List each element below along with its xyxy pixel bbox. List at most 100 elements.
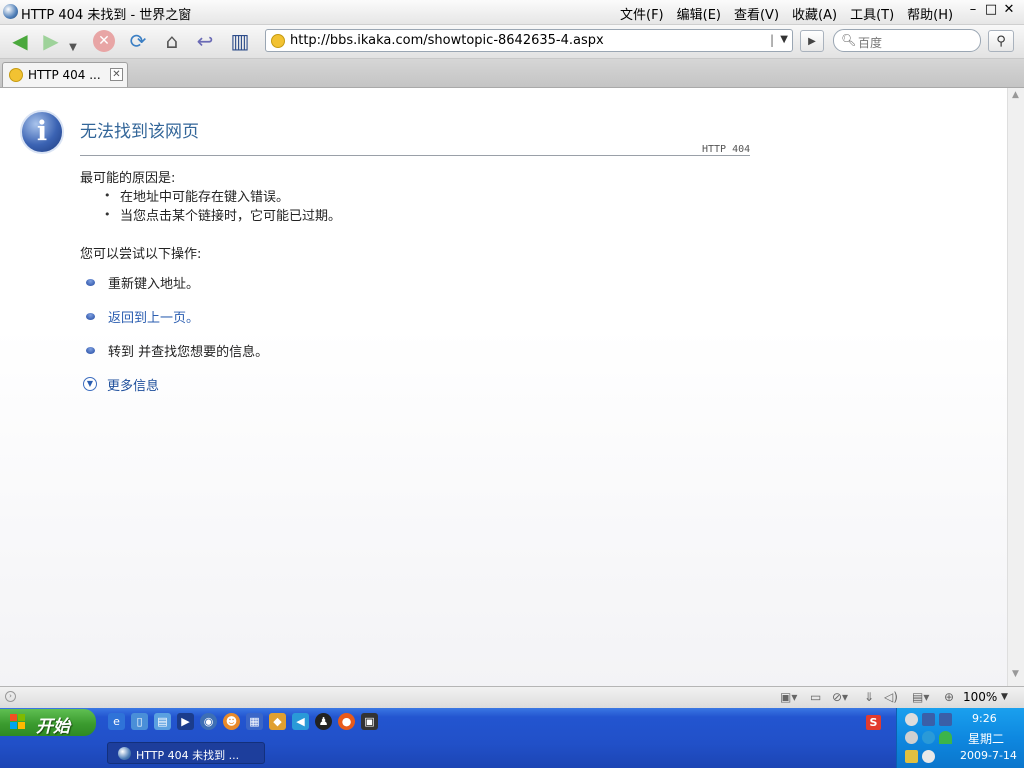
status-bar: › ▣▾ ▭ ⊘▾ ⇓ ◁) ▤▾ ⊕ 100% ▼ [0, 686, 1024, 708]
media-player-quicklaunch-icon[interactable]: ▶ [177, 713, 194, 730]
error-title: 无法找到该网页 [80, 122, 199, 142]
title-divider [80, 155, 750, 156]
network-globe-icon[interactable] [905, 713, 918, 726]
favorite-add-icon: ↩ [196, 29, 214, 53]
menu-favorites[interactable]: 收藏(A) [792, 8, 837, 23]
more-info-link[interactable]: 更多信息 [107, 375, 159, 394]
avatar-quicklaunch-icon[interactable]: ☻ [223, 713, 240, 730]
tab-close-icon[interactable]: ✕ [110, 68, 123, 81]
clock-time[interactable]: 9:26 [972, 712, 997, 725]
umbrella-icon[interactable] [939, 731, 952, 744]
back-arrow-icon: ◀ [12, 29, 28, 53]
taskbar-window-button[interactable]: HTTP 404 未找到 ... [107, 742, 265, 764]
add-favorite-button[interactable]: ↩ [192, 29, 218, 53]
close-window-button[interactable]: ✕ [1000, 2, 1018, 17]
wrench-icon[interactable] [905, 731, 918, 744]
search-input[interactable]: 百度 [858, 34, 882, 51]
text-caret: | [769, 33, 774, 47]
stop-button[interactable]: ✕ [92, 29, 116, 53]
screen-quicklaunch-icon[interactable]: ▣ [361, 713, 378, 730]
refresh-icon: ⟳ [129, 29, 147, 53]
tab-http-404[interactable]: HTTP 404 ... ✕ [2, 62, 128, 87]
download-icon[interactable]: ⇓ [864, 690, 874, 704]
notes-quicklaunch-icon[interactable]: ▤ [154, 713, 171, 730]
menu-bar: 文件(F) 编辑(E) 查看(V) 收藏(A) 工具(T) 帮助(H) [620, 4, 966, 23]
search-button[interactable]: ⚲ [988, 30, 1014, 52]
window-icon[interactable]: ▭ [810, 690, 821, 704]
go-button[interactable]: ▶ [800, 30, 824, 52]
tab-bar: HTTP 404 ... ✕ [0, 59, 1024, 88]
minimize-button[interactable]: – [964, 2, 982, 17]
error-code: HTTP 404 [702, 144, 751, 155]
expand-chevron-icon[interactable]: ▼ [83, 377, 97, 391]
search-engine-icon: 🔍︎ [841, 33, 857, 47]
home-button[interactable]: ⌂ [158, 29, 186, 53]
browser-quicklaunch-icon[interactable]: ◉ [200, 713, 217, 730]
actions-heading: 您可以尝试以下操作: [80, 247, 202, 262]
windows-logo-icon [10, 714, 26, 730]
shield-icon[interactable] [922, 750, 935, 763]
menu-edit[interactable]: 编辑(E) [677, 8, 721, 23]
vertical-scrollbar[interactable] [1007, 88, 1024, 686]
cube-quicklaunch-icon[interactable]: ◆ [269, 713, 286, 730]
zoom-icon[interactable]: ⊕ [944, 690, 954, 704]
network-computers-icon[interactable] [922, 713, 935, 726]
cause-item: 当您点击某个链接时，它可能已过期。 [120, 209, 342, 224]
sogou-input-icon[interactable]: S [866, 715, 881, 730]
compass-icon[interactable]: ⊘▾ [832, 690, 848, 704]
grid-quicklaunch-icon[interactable]: ▦ [246, 713, 263, 730]
qq-quicklaunch-icon[interactable]: ♟ [315, 713, 332, 730]
clock-date: 2009-7-14 [960, 749, 1017, 762]
zoom-level[interactable]: 100% [963, 690, 997, 704]
start-button[interactable]: 开始 [0, 709, 96, 737]
tab-title: HTTP 404 ... [28, 68, 101, 82]
blue-bullet-icon [86, 313, 95, 320]
search-icon: ⚲ [996, 33, 1006, 49]
orange-quicklaunch-icon[interactable]: ● [338, 713, 355, 730]
volume-icon[interactable]: ◁) [884, 690, 898, 704]
window-controls: – □ ✕ [964, 2, 1018, 17]
zoom-dropdown-icon[interactable]: ▼ [1001, 692, 1008, 702]
info-icon: i [20, 110, 64, 154]
causes-heading: 最可能的原因是: [80, 171, 176, 186]
menu-tools[interactable]: 工具(T) [850, 8, 894, 23]
menu-view[interactable]: 查看(V) [734, 8, 779, 23]
thunder-quicklaunch-icon[interactable]: ◀ [292, 713, 309, 730]
navigation-toolbar: ◀ ▶ ▼ ✕ ⟳ ⌂ ↩ ▥ http://bbs.ikaka.com/sho… [0, 25, 1024, 59]
scroll-up-icon[interactable]: ▲ [1008, 90, 1023, 105]
refresh-button[interactable]: ⟳ [124, 29, 152, 53]
address-dropdown-icon[interactable]: ▼ [780, 34, 788, 45]
screenshot-icon[interactable]: ▤▾ [912, 690, 929, 704]
menu-help[interactable]: 帮助(H) [907, 8, 953, 23]
page-mode-icon[interactable]: ▣▾ [780, 690, 797, 704]
forward-button[interactable]: ▶ [38, 29, 64, 53]
address-bar[interactable]: http://bbs.ikaka.com/showtopic-8642635-4… [265, 29, 793, 52]
site-favicon-icon [271, 34, 285, 48]
cause-item: 在地址中可能存在键入错误。 [120, 190, 290, 205]
action-retype-address: 重新键入地址。 [108, 277, 200, 292]
history-dropdown[interactable]: ▼ [66, 35, 80, 59]
address-input[interactable]: http://bbs.ikaka.com/showtopic-8642635-4… [290, 33, 604, 48]
go-back-link[interactable]: 返回到上一页。 [108, 307, 199, 326]
phone-quicklaunch-icon[interactable]: ▯ [131, 713, 148, 730]
home-icon: ⌂ [165, 29, 179, 53]
action-go-to-site: 转到 并查找您想要的信息。 [108, 345, 269, 360]
back-button[interactable]: ◀ [6, 29, 34, 53]
stop-icon: ✕ [93, 30, 115, 52]
network-status-icon[interactable] [939, 713, 952, 726]
search-box[interactable]: 🔍︎ 百度 [833, 29, 981, 52]
menu-file[interactable]: 文件(F) [620, 8, 664, 23]
ie-quicklaunch-icon[interactable]: e [108, 713, 125, 730]
browser-globe-icon [3, 4, 18, 19]
window-title: HTTP 404 未找到 - 世界之窗 [21, 8, 192, 23]
scroll-down-icon[interactable]: ▼ [1008, 669, 1023, 684]
bullet-icon: • [104, 208, 111, 221]
blue-bullet-icon [86, 279, 95, 286]
taskbar-window-title: HTTP 404 未找到 ... [136, 749, 240, 762]
start-label: 开始 [36, 717, 70, 737]
maximize-button[interactable]: □ [982, 2, 1000, 17]
pencil-icon[interactable] [905, 750, 918, 763]
browser-tray-icon[interactable] [922, 731, 935, 744]
bullet-icon: • [104, 189, 111, 202]
favorites-button[interactable]: ▥ [226, 29, 254, 53]
